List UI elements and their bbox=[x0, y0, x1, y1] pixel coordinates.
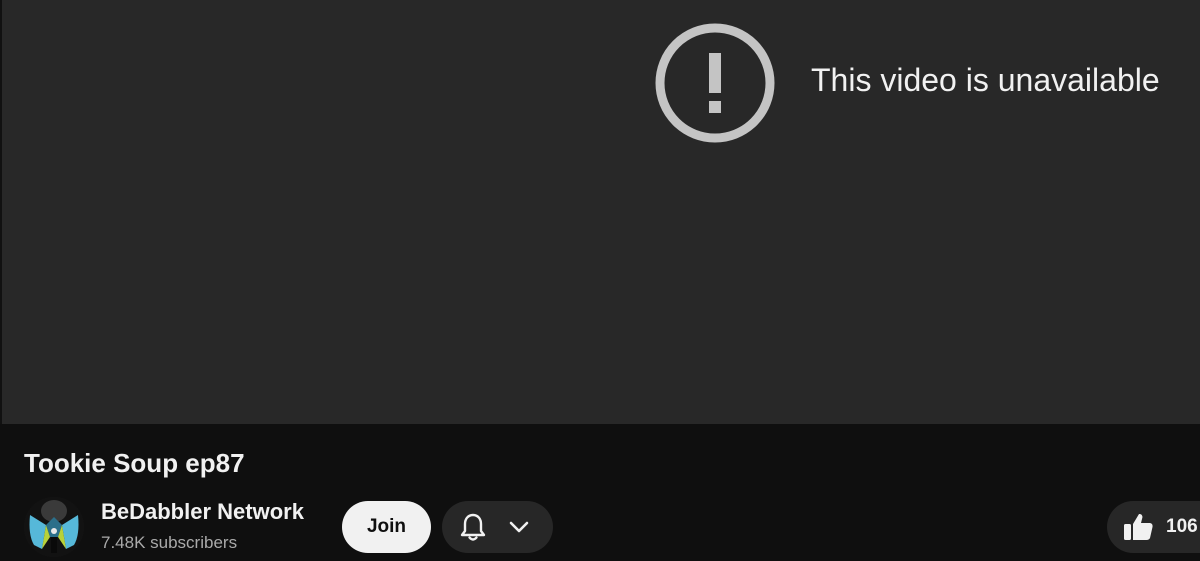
thumbs-up-icon bbox=[1124, 513, 1153, 540]
like-button[interactable]: 106 bbox=[1107, 501, 1200, 553]
channel-avatar[interactable] bbox=[24, 497, 84, 557]
error-message: This video is unavailable bbox=[811, 62, 1160, 98]
join-button[interactable]: Join bbox=[342, 501, 431, 553]
video-title: Tookie Soup ep87 bbox=[24, 448, 245, 478]
video-player[interactable]: This video is unavailable bbox=[0, 0, 1200, 424]
subscriber-count: 7.48K subscribers bbox=[101, 533, 238, 552]
like-count: 106 bbox=[1166, 516, 1198, 537]
chevron-down-icon bbox=[509, 521, 529, 533]
notifications-button[interactable] bbox=[442, 501, 553, 553]
bell-icon bbox=[460, 513, 486, 541]
exclamation-circle-icon bbox=[655, 23, 775, 143]
join-button-label: Join bbox=[366, 516, 407, 537]
player-edge bbox=[0, 0, 2, 424]
channel-logo-avatar bbox=[24, 497, 84, 557]
channel-name[interactable]: BeDabbler Network bbox=[101, 498, 304, 526]
